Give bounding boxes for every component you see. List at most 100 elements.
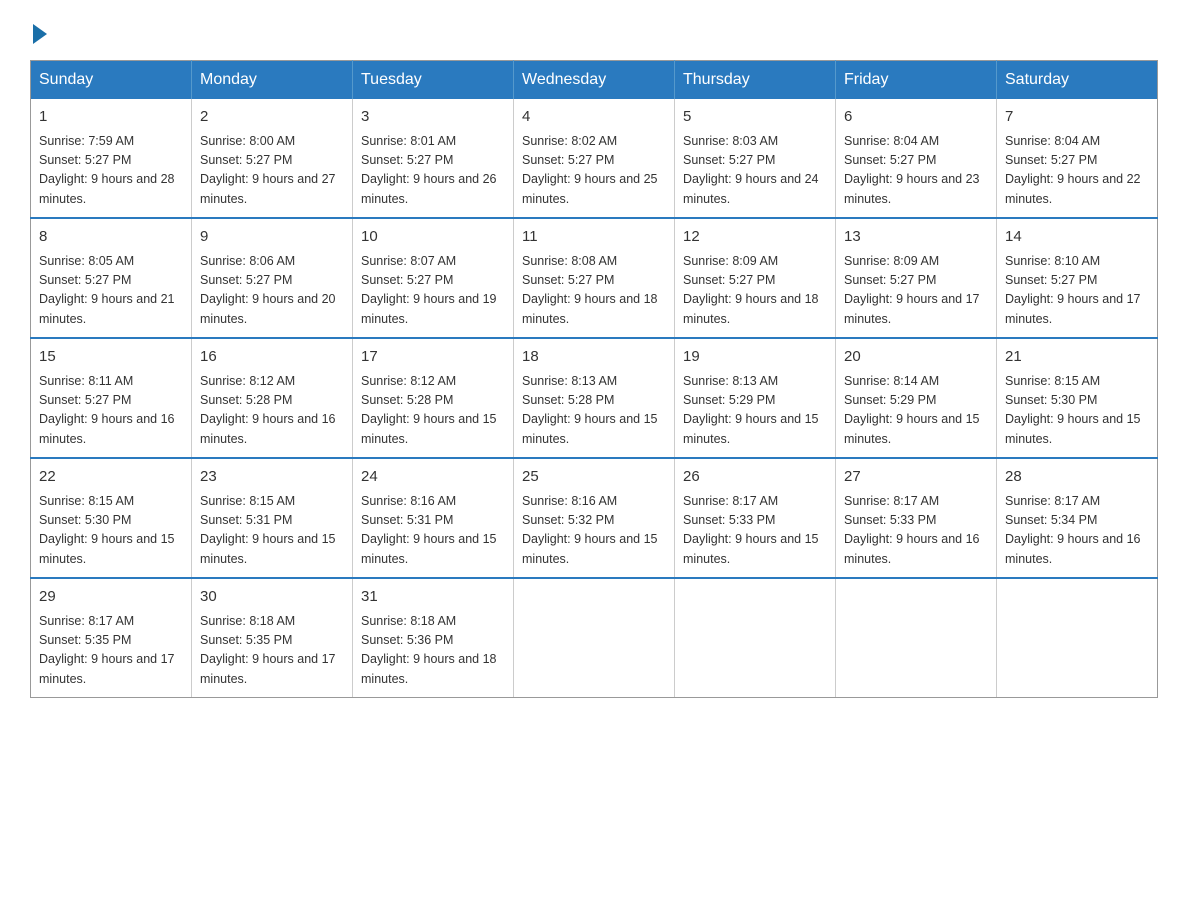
day-number: 16 <box>200 346 344 369</box>
day-info: Sunrise: 8:14 AMSunset: 5:29 PMDaylight:… <box>844 372 988 450</box>
calendar-cell: 3 Sunrise: 8:01 AMSunset: 5:27 PMDaylight… <box>353 99 514 218</box>
day-number: 3 <box>361 106 505 129</box>
day-number: 4 <box>522 106 666 129</box>
day-info: Sunrise: 8:10 AMSunset: 5:27 PMDaylight:… <box>1005 252 1149 330</box>
day-number: 2 <box>200 106 344 129</box>
calendar-cell: 6 Sunrise: 8:04 AMSunset: 5:27 PMDaylight… <box>836 99 997 218</box>
day-number: 22 <box>39 466 183 489</box>
calendar-cell: 31 Sunrise: 8:18 AMSunset: 5:36 PMDayligh… <box>353 578 514 698</box>
day-number: 13 <box>844 226 988 249</box>
day-info: Sunrise: 8:01 AMSunset: 5:27 PMDaylight:… <box>361 132 505 210</box>
day-number: 12 <box>683 226 827 249</box>
calendar-week-4: 22 Sunrise: 8:15 AMSunset: 5:30 PMDayligh… <box>31 458 1158 578</box>
page-header <box>30 20 1158 44</box>
day-info: Sunrise: 8:12 AMSunset: 5:28 PMDaylight:… <box>361 372 505 450</box>
calendar-cell: 13Sunrise: 8:09 AMSunset: 5:27 PMDayligh… <box>836 218 997 338</box>
calendar-cell <box>836 578 997 698</box>
day-info: Sunrise: 8:17 AMSunset: 5:35 PMDaylight:… <box>39 612 183 690</box>
day-number: 26 <box>683 466 827 489</box>
calendar-cell: 16 Sunrise: 8:12 AMSunset: 5:28 PMDayligh… <box>192 338 353 458</box>
calendar-cell: 21 Sunrise: 8:15 AMSunset: 5:30 PMDayligh… <box>997 338 1158 458</box>
day-info: Sunrise: 8:08 AMSunset: 5:27 PMDaylight:… <box>522 252 666 330</box>
calendar-cell: 27 Sunrise: 8:17 AMSunset: 5:33 PMDayligh… <box>836 458 997 578</box>
day-info: Sunrise: 8:09 AMSunset: 5:27 PMDaylight:… <box>683 252 827 330</box>
day-info: Sunrise: 8:17 AMSunset: 5:33 PMDaylight:… <box>683 492 827 570</box>
day-info: Sunrise: 8:18 AMSunset: 5:35 PMDaylight:… <box>200 612 344 690</box>
calendar-cell: 9Sunrise: 8:06 AMSunset: 5:27 PMDaylight… <box>192 218 353 338</box>
calendar-week-2: 8 Sunrise: 8:05 AMSunset: 5:27 PMDaylight… <box>31 218 1158 338</box>
day-number: 7 <box>1005 106 1149 129</box>
day-number: 21 <box>1005 346 1149 369</box>
calendar-cell: 25 Sunrise: 8:16 AMSunset: 5:32 PMDayligh… <box>514 458 675 578</box>
calendar-cell: 19 Sunrise: 8:13 AMSunset: 5:29 PMDayligh… <box>675 338 836 458</box>
day-number: 29 <box>39 586 183 609</box>
day-info: Sunrise: 8:12 AMSunset: 5:28 PMDaylight:… <box>200 372 344 450</box>
day-number: 24 <box>361 466 505 489</box>
day-info: Sunrise: 8:03 AMSunset: 5:27 PMDaylight:… <box>683 132 827 210</box>
calendar-cell: 14 Sunrise: 8:10 AMSunset: 5:27 PMDayligh… <box>997 218 1158 338</box>
calendar-cell: 4 Sunrise: 8:02 AMSunset: 5:27 PMDaylight… <box>514 99 675 218</box>
logo <box>30 20 47 44</box>
calendar-cell: 5 Sunrise: 8:03 AMSunset: 5:27 PMDaylight… <box>675 99 836 218</box>
calendar-cell: 23Sunrise: 8:15 AMSunset: 5:31 PMDayligh… <box>192 458 353 578</box>
weekday-header-wednesday: Wednesday <box>514 61 675 100</box>
day-number: 19 <box>683 346 827 369</box>
day-number: 11 <box>522 226 666 249</box>
day-number: 5 <box>683 106 827 129</box>
calendar-table: SundayMondayTuesdayWednesdayThursdayFrid… <box>30 60 1158 698</box>
calendar-cell: 12 Sunrise: 8:09 AMSunset: 5:27 PMDayligh… <box>675 218 836 338</box>
day-info: Sunrise: 8:17 AMSunset: 5:34 PMDaylight:… <box>1005 492 1149 570</box>
calendar-cell: 28 Sunrise: 8:17 AMSunset: 5:34 PMDayligh… <box>997 458 1158 578</box>
day-number: 6 <box>844 106 988 129</box>
day-info: Sunrise: 8:04 AMSunset: 5:27 PMDaylight:… <box>1005 132 1149 210</box>
day-info: Sunrise: 8:16 AMSunset: 5:31 PMDaylight:… <box>361 492 505 570</box>
day-info: Sunrise: 8:11 AMSunset: 5:27 PMDaylight:… <box>39 372 183 450</box>
calendar-cell: 15 Sunrise: 8:11 AMSunset: 5:27 PMDayligh… <box>31 338 192 458</box>
calendar-cell: 22 Sunrise: 8:15 AMSunset: 5:30 PMDayligh… <box>31 458 192 578</box>
day-number: 23 <box>200 466 344 489</box>
calendar-cell: 20 Sunrise: 8:14 AMSunset: 5:29 PMDayligh… <box>836 338 997 458</box>
day-number: 15 <box>39 346 183 369</box>
day-number: 31 <box>361 586 505 609</box>
day-info: Sunrise: 8:13 AMSunset: 5:28 PMDaylight:… <box>522 372 666 450</box>
calendar-cell: 10 Sunrise: 8:07 AMSunset: 5:27 PMDayligh… <box>353 218 514 338</box>
calendar-cell: 2 Sunrise: 8:00 AMSunset: 5:27 PMDaylight… <box>192 99 353 218</box>
day-number: 28 <box>1005 466 1149 489</box>
weekday-header-tuesday: Tuesday <box>353 61 514 100</box>
day-number: 1 <box>39 106 183 129</box>
calendar-cell: 17 Sunrise: 8:12 AMSunset: 5:28 PMDayligh… <box>353 338 514 458</box>
day-number: 14 <box>1005 226 1149 249</box>
day-info: Sunrise: 8:04 AMSunset: 5:27 PMDaylight:… <box>844 132 988 210</box>
day-number: 25 <box>522 466 666 489</box>
day-info: Sunrise: 8:16 AMSunset: 5:32 PMDaylight:… <box>522 492 666 570</box>
calendar-header-row: SundayMondayTuesdayWednesdayThursdayFrid… <box>31 61 1158 100</box>
day-info: Sunrise: 8:17 AMSunset: 5:33 PMDaylight:… <box>844 492 988 570</box>
day-info: Sunrise: 8:15 AMSunset: 5:30 PMDaylight:… <box>1005 372 1149 450</box>
calendar-cell <box>514 578 675 698</box>
calendar-cell: 26 Sunrise: 8:17 AMSunset: 5:33 PMDayligh… <box>675 458 836 578</box>
day-number: 9 <box>200 226 344 249</box>
day-number: 20 <box>844 346 988 369</box>
day-info: Sunrise: 8:07 AMSunset: 5:27 PMDaylight:… <box>361 252 505 330</box>
day-info: Sunrise: 8:00 AMSunset: 5:27 PMDaylight:… <box>200 132 344 210</box>
day-number: 17 <box>361 346 505 369</box>
day-info: Sunrise: 8:02 AMSunset: 5:27 PMDaylight:… <box>522 132 666 210</box>
calendar-cell: 11 Sunrise: 8:08 AMSunset: 5:27 PMDayligh… <box>514 218 675 338</box>
day-number: 18 <box>522 346 666 369</box>
weekday-header-thursday: Thursday <box>675 61 836 100</box>
logo-arrow-icon <box>33 24 47 44</box>
day-info: Sunrise: 8:18 AMSunset: 5:36 PMDaylight:… <box>361 612 505 690</box>
calendar-cell: 24 Sunrise: 8:16 AMSunset: 5:31 PMDayligh… <box>353 458 514 578</box>
day-number: 27 <box>844 466 988 489</box>
day-number: 8 <box>39 226 183 249</box>
day-number: 30 <box>200 586 344 609</box>
day-info: Sunrise: 7:59 AMSunset: 5:27 PMDaylight:… <box>39 132 183 210</box>
calendar-cell: 29 Sunrise: 8:17 AMSunset: 5:35 PMDayligh… <box>31 578 192 698</box>
day-info: Sunrise: 8:13 AMSunset: 5:29 PMDaylight:… <box>683 372 827 450</box>
calendar-cell: 30 Sunrise: 8:18 AMSunset: 5:35 PMDayligh… <box>192 578 353 698</box>
day-info: Sunrise: 8:15 AMSunset: 5:30 PMDaylight:… <box>39 492 183 570</box>
day-number: 10 <box>361 226 505 249</box>
calendar-cell: 7 Sunrise: 8:04 AMSunset: 5:27 PMDaylight… <box>997 99 1158 218</box>
day-info: Sunrise: 8:05 AMSunset: 5:27 PMDaylight:… <box>39 252 183 330</box>
weekday-header-monday: Monday <box>192 61 353 100</box>
